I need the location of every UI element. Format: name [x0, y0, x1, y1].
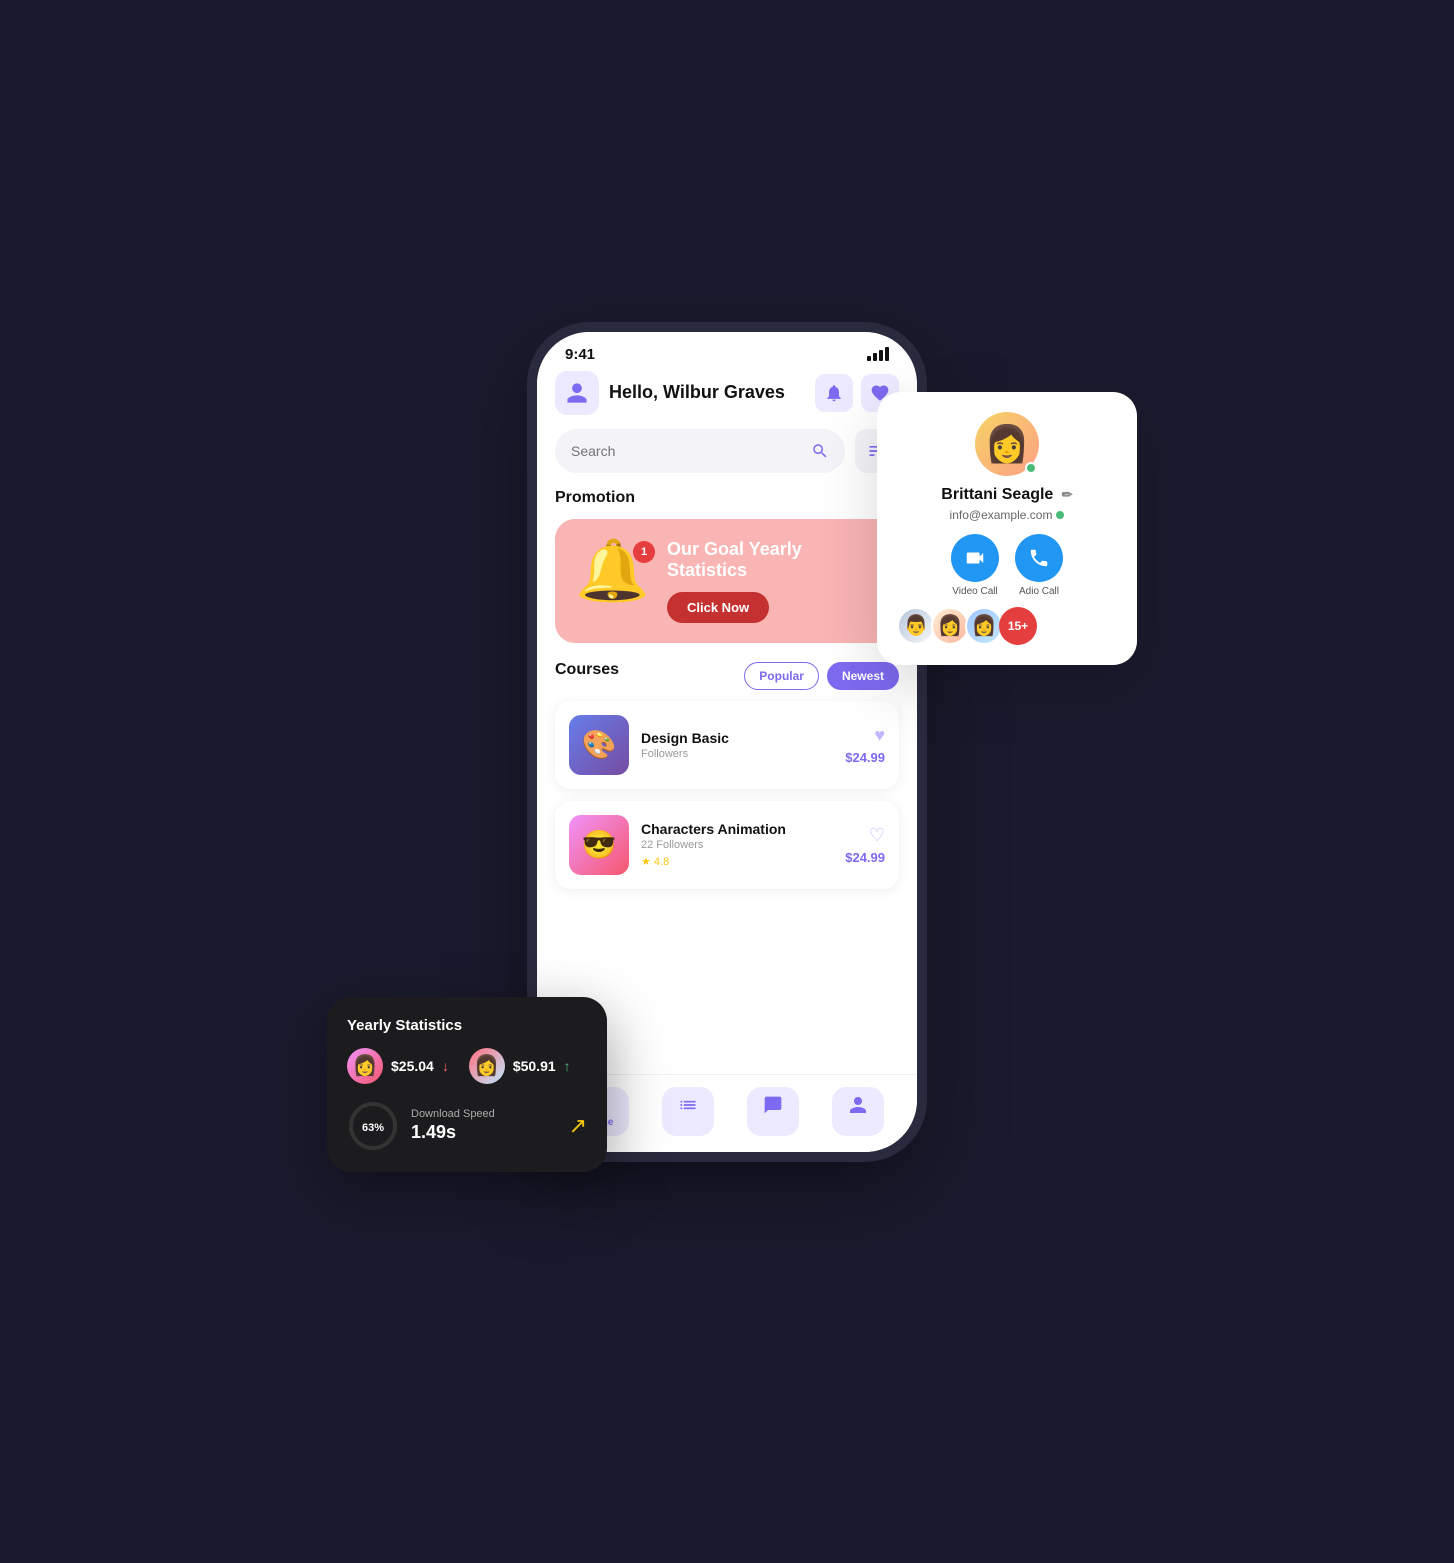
nav-list[interactable]	[662, 1087, 714, 1136]
follower-2: 👩	[931, 607, 969, 645]
bell-badge: 1	[633, 541, 655, 563]
click-now-button[interactable]: Click Now	[667, 592, 769, 623]
stats-title: Yearly Statistics	[347, 1017, 587, 1034]
followers-row: 👨 👩 👩 15+	[897, 607, 1117, 645]
stat-avatar-1: 👩	[347, 1048, 383, 1084]
svg-text:63%: 63%	[362, 1122, 384, 1134]
course-info-2: Characters Animation 22 Followers ★ 4.8	[641, 821, 833, 868]
video-call-button[interactable]	[951, 534, 999, 582]
course-thumb-anim: 😎	[569, 815, 629, 875]
search-bar[interactable]	[555, 429, 845, 473]
follower-count: 15+	[999, 607, 1037, 645]
greeting-text: Hello, Wilbur Graves	[609, 382, 805, 403]
course-info-1: Design Basic Followers	[641, 730, 833, 760]
contact-card: 👩 Brittani Seagle ✏ info@example.com Vid…	[877, 392, 1137, 665]
download-row: 63% Download Speed 1.49s ↗	[347, 1100, 587, 1152]
course-price-2: $24.99	[845, 850, 885, 865]
promo-card: 🔔 1 Our Goal Yearly Statistics Click Now	[555, 519, 899, 643]
audio-call-wrap: Adio Call	[1015, 534, 1063, 597]
promo-title-text: Our Goal Yearly Statistics	[667, 539, 879, 582]
course-price-col-1: ♥ $24.99	[845, 725, 885, 765]
phone-content[interactable]: Hello, Wilbur Graves	[537, 371, 917, 1074]
courses-header: Courses Popular Newest	[555, 661, 899, 691]
course-price-col-2: ♡ $24.99	[845, 825, 885, 865]
promotion-title: Promotion	[555, 489, 899, 507]
edit-icon[interactable]: ✏	[1062, 487, 1073, 502]
course-followers-2: 22 Followers	[641, 839, 833, 851]
nav-profile[interactable]	[832, 1087, 884, 1136]
courses-title: Courses	[555, 661, 619, 679]
stat-item-1: 👩 $25.04 ↓	[347, 1048, 449, 1084]
promo-text: Our Goal Yearly Statistics Click Now	[667, 539, 879, 623]
download-label: Download Speed	[411, 1108, 557, 1120]
search-row	[555, 429, 899, 473]
favorite-icon-1[interactable]: ♥	[845, 725, 885, 746]
stat-arrow-down: ↓	[442, 1058, 449, 1074]
tab-popular[interactable]: Popular	[744, 662, 819, 690]
course-name-2: Characters Animation	[641, 821, 833, 837]
video-call-label: Video Call	[951, 586, 999, 597]
avatar[interactable]	[555, 371, 599, 415]
nav-chat[interactable]	[747, 1087, 799, 1136]
contact-email: info@example.com	[897, 508, 1117, 522]
audio-call-label: Adio Call	[1015, 586, 1063, 597]
tab-newest[interactable]: Newest	[827, 662, 899, 690]
favorite-icon-2[interactable]: ♡	[845, 825, 885, 846]
course-name-1: Design Basic	[641, 730, 833, 746]
progress-ring: 63%	[347, 1100, 399, 1152]
stats-card: Yearly Statistics 👩 $25.04 ↓ 👩 $50.91 ↑ …	[327, 997, 607, 1172]
video-call-wrap: Video Call	[951, 534, 999, 597]
follower-3: 👩	[965, 607, 1003, 645]
stat-value-2: $50.91	[513, 1058, 556, 1074]
contact-name: Brittani Seagle ✏	[897, 486, 1117, 504]
course-followers-1: Followers	[641, 748, 833, 760]
app-header: Hello, Wilbur Graves	[555, 371, 899, 415]
stats-row: 👩 $25.04 ↓ 👩 $50.91 ↑	[347, 1048, 587, 1084]
call-buttons: Video Call Adio Call	[897, 534, 1117, 597]
notification-button[interactable]	[815, 374, 853, 412]
course-card-1[interactable]: 🎨 Design Basic Followers ♥ $24.99	[555, 701, 899, 789]
promo-bell: 🔔 1	[575, 541, 655, 621]
trend-icon: ↗	[569, 1113, 587, 1139]
email-dot	[1056, 511, 1064, 519]
stat-arrow-up: ↑	[564, 1058, 571, 1074]
signal-icon	[867, 347, 889, 361]
download-info: Download Speed 1.49s	[411, 1108, 557, 1143]
follower-1: 👨	[897, 607, 935, 645]
contact-avatar-wrap: 👩	[975, 412, 1039, 476]
online-dot	[1025, 462, 1037, 474]
courses-tabs: Popular Newest	[744, 662, 899, 690]
download-speed: 1.49s	[411, 1122, 557, 1143]
stat-item-2: 👩 $50.91 ↑	[469, 1048, 571, 1084]
course-thumb-design: 🎨	[569, 715, 629, 775]
course-rating-2: ★ 4.8	[641, 855, 833, 868]
scene: 9:41 Hello, Wilbur Graves	[347, 332, 1107, 1232]
audio-call-button[interactable]	[1015, 534, 1063, 582]
stat-avatar-2: 👩	[469, 1048, 505, 1084]
course-card-2[interactable]: 😎 Characters Animation 22 Followers ★ 4.…	[555, 801, 899, 889]
stat-value-1: $25.04	[391, 1058, 434, 1074]
clock: 9:41	[565, 346, 595, 363]
search-input[interactable]	[571, 443, 803, 459]
course-price-1: $24.99	[845, 750, 885, 765]
status-bar: 9:41	[537, 332, 917, 371]
